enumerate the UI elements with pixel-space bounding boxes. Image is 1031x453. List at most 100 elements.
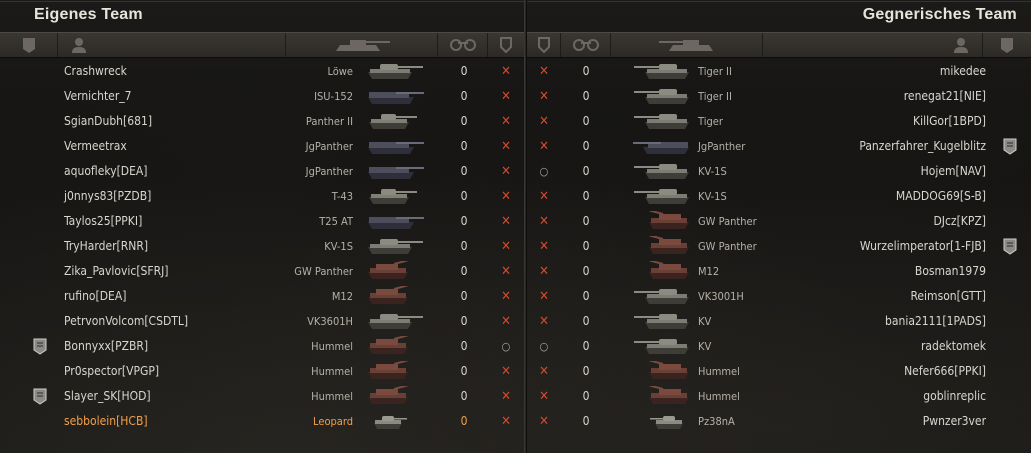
player-row[interactable]: Crashwreck Löwe 0 ✕ — [0, 59, 524, 84]
header-status-column-enemy[interactable] — [527, 33, 561, 57]
player-row[interactable]: TryHarder[RNR] KV-1S 0 ✕ — [0, 234, 524, 259]
frag-count: 0 — [582, 114, 590, 128]
player-name[interactable]: Panzerfahrer_Kugelblitz — [859, 134, 986, 159]
vehicle-name: M12 — [331, 290, 353, 303]
player-name[interactable]: MADDOG69[S-B] — [896, 184, 986, 209]
player-row[interactable]: ✕ 0 VK3001H Reimson[GTT] — [527, 284, 1031, 309]
player-row[interactable]: Pr0spector[VPGP] Hummel 0 ✕ — [0, 359, 524, 384]
player-row[interactable]: j0nnys83[PZDB] T-43 0 ✕ — [0, 184, 524, 209]
player-name[interactable]: aquofleky[DEA] — [64, 159, 148, 184]
vehicle-icon — [366, 211, 426, 232]
player-row[interactable]: ✕ 0 Hummel Nefer666[PPKI] — [527, 359, 1031, 384]
vehicle-silhouette-icon — [634, 289, 689, 304]
vehicle-icon — [631, 61, 691, 82]
player-name[interactable]: Zika_Pavlovic[SFRJ] — [64, 259, 169, 284]
player-name[interactable]: Bosman1979 — [915, 259, 986, 284]
header-frags-column[interactable] — [438, 33, 488, 57]
frag-count: 0 — [582, 189, 590, 203]
player-name[interactable]: goblinreplic — [923, 384, 986, 409]
player-row[interactable]: rufino[DEA] M12 0 ✕ — [0, 284, 524, 309]
player-name[interactable]: Vernichter_7 — [64, 84, 132, 109]
header-player-column[interactable] — [58, 33, 286, 57]
player-name[interactable]: Wurzelimperator[1-FJB] — [860, 234, 986, 259]
player-row[interactable]: ✕ 0 Tiger II mikedee — [527, 59, 1031, 84]
player-row[interactable]: ✕ 0 Tiger II renegat21[NIE] — [527, 84, 1031, 109]
player-name[interactable]: Hojem[NAV] — [921, 159, 986, 184]
vehicle-name: ISU-152 — [314, 90, 353, 103]
player-name[interactable]: Reimson[GTT] — [910, 284, 986, 309]
player-row[interactable]: Vermeetrax JgPanther 0 ✕ — [0, 134, 524, 159]
vehicle-icon — [366, 136, 426, 157]
player-name[interactable]: Vermeetrax — [64, 134, 127, 159]
vehicle-silhouette-icon — [368, 239, 423, 254]
player-row[interactable]: ✕ 0 JgPanther Panzerfahrer_Kugelblitz — [527, 134, 1031, 159]
destroyed-cross-icon: ✕ — [539, 239, 549, 254]
vehicle-silhouette-icon — [634, 114, 689, 129]
player-name[interactable]: Pr0spector[VPGP] — [64, 359, 159, 384]
player-name[interactable]: Slayer_SK[HOD] — [64, 384, 151, 409]
vehicle-silhouette-icon — [368, 167, 424, 179]
player-row[interactable]: Bonnyxx[PZBR] Hummel 0 ○ — [0, 334, 524, 359]
player-row[interactable]: ✕ 0 M12 Bosman1979 — [527, 259, 1031, 284]
vehicle-icon — [366, 161, 426, 182]
player-row[interactable]: ✕ 0 GW Panther DJcz[KPZ] — [527, 209, 1031, 234]
player-row[interactable]: aquofleky[DEA] JgPanther 0 ✕ — [0, 159, 524, 184]
player-row[interactable]: ✕ 0 KV-1S MADDOG69[S-B] — [527, 184, 1031, 209]
player-row[interactable]: ✕ 0 Tiger KillGor[1BPD] — [527, 109, 1031, 134]
medal-badge-icon — [1003, 238, 1017, 255]
vehicle-name: Tiger II — [698, 65, 732, 78]
destroyed-cross-icon: ✕ — [501, 139, 511, 154]
player-name[interactable]: Nefer666[PPKI] — [904, 359, 986, 384]
player-name[interactable]: bania2111[1PADS] — [885, 309, 986, 334]
destroyed-cross-icon: ✕ — [539, 264, 549, 279]
vehicle-silhouette-icon — [368, 384, 408, 404]
player-name[interactable]: Pwnzer3ver — [923, 409, 986, 434]
player-row[interactable]: SgianDubh[681] Panther II 0 ✕ — [0, 109, 524, 134]
vehicle-name: T-43 — [331, 190, 353, 203]
player-name[interactable]: mikedee — [940, 59, 986, 84]
player-badge — [1003, 138, 1017, 155]
player-row[interactable]: ✕ 0 Pz38nA Pwnzer3ver — [527, 409, 1031, 434]
vehicle-silhouette-icon — [634, 339, 689, 354]
player-name[interactable]: DJcz[KPZ] — [933, 209, 986, 234]
vehicle-name: Leopard — [313, 415, 353, 428]
vehicle-name: M12 — [698, 265, 720, 278]
destroyed-cross-icon: ✕ — [539, 139, 549, 154]
player-name[interactable]: rufino[DEA] — [64, 284, 126, 309]
player-row[interactable]: Vernichter_7 ISU-152 0 ✕ — [0, 84, 524, 109]
player-name[interactable]: renegat21[NIE] — [904, 84, 986, 109]
player-row[interactable]: ○ 0 KV radektomek — [527, 334, 1031, 359]
player-name[interactable]: PetrvonVolcom[CSDTL] — [64, 309, 188, 334]
header-badge-column[interactable] — [0, 33, 58, 57]
player-name[interactable]: sebbolein[HCB] — [64, 409, 148, 434]
header-player-column-enemy[interactable] — [763, 33, 983, 57]
player-name[interactable]: TryHarder[RNR] — [64, 234, 148, 259]
player-row[interactable]: Slayer_SK[HOD] Hummel 0 ✕ — [0, 384, 524, 409]
player-row[interactable]: Zika_Pavlovic[SFRJ] GW Panther 0 ✕ — [0, 259, 524, 284]
player-name[interactable]: SgianDubh[681] — [64, 109, 152, 134]
header-vehicle-column[interactable] — [286, 33, 438, 57]
header-status-column[interactable] — [488, 33, 524, 57]
player-row[interactable]: Taylos25[PPKI] T25 AT 0 ✕ — [0, 209, 524, 234]
header-frags-column-enemy[interactable] — [561, 33, 611, 57]
vehicle-icon — [631, 336, 691, 357]
player-name[interactable]: Taylos25[PPKI] — [64, 209, 142, 234]
frag-count: 0 — [582, 264, 590, 278]
vehicle-icon — [631, 286, 691, 307]
player-row[interactable]: ✕ 0 KV bania2111[1PADS] — [527, 309, 1031, 334]
player-name[interactable]: KillGor[1BPD] — [913, 109, 986, 134]
player-name[interactable]: Crashwreck — [64, 59, 127, 84]
destroyed-cross-icon: ✕ — [501, 239, 511, 254]
player-name[interactable]: j0nnys83[PZDB] — [64, 184, 151, 209]
player-row[interactable]: ✕ 0 GW Panther Wurzelimperator[1-FJB] — [527, 234, 1031, 259]
player-name[interactable]: Bonnyxx[PZBR] — [64, 334, 148, 359]
vehicle-name: Hummel — [698, 365, 740, 378]
destroyed-cross-icon: ✕ — [501, 214, 511, 229]
player-row[interactable]: PetrvonVolcom[CSDTL] VK3601H 0 ✕ — [0, 309, 524, 334]
player-row[interactable]: ✕ 0 Hummel goblinreplic — [527, 384, 1031, 409]
player-row[interactable]: ○ 0 KV-1S Hojem[NAV] — [527, 159, 1031, 184]
player-name[interactable]: radektomek — [921, 334, 986, 359]
player-row[interactable]: sebbolein[HCB] Leopard 0 ✕ — [0, 409, 524, 434]
header-badge-column-enemy[interactable] — [983, 33, 1031, 57]
header-vehicle-column-enemy[interactable] — [611, 33, 763, 57]
